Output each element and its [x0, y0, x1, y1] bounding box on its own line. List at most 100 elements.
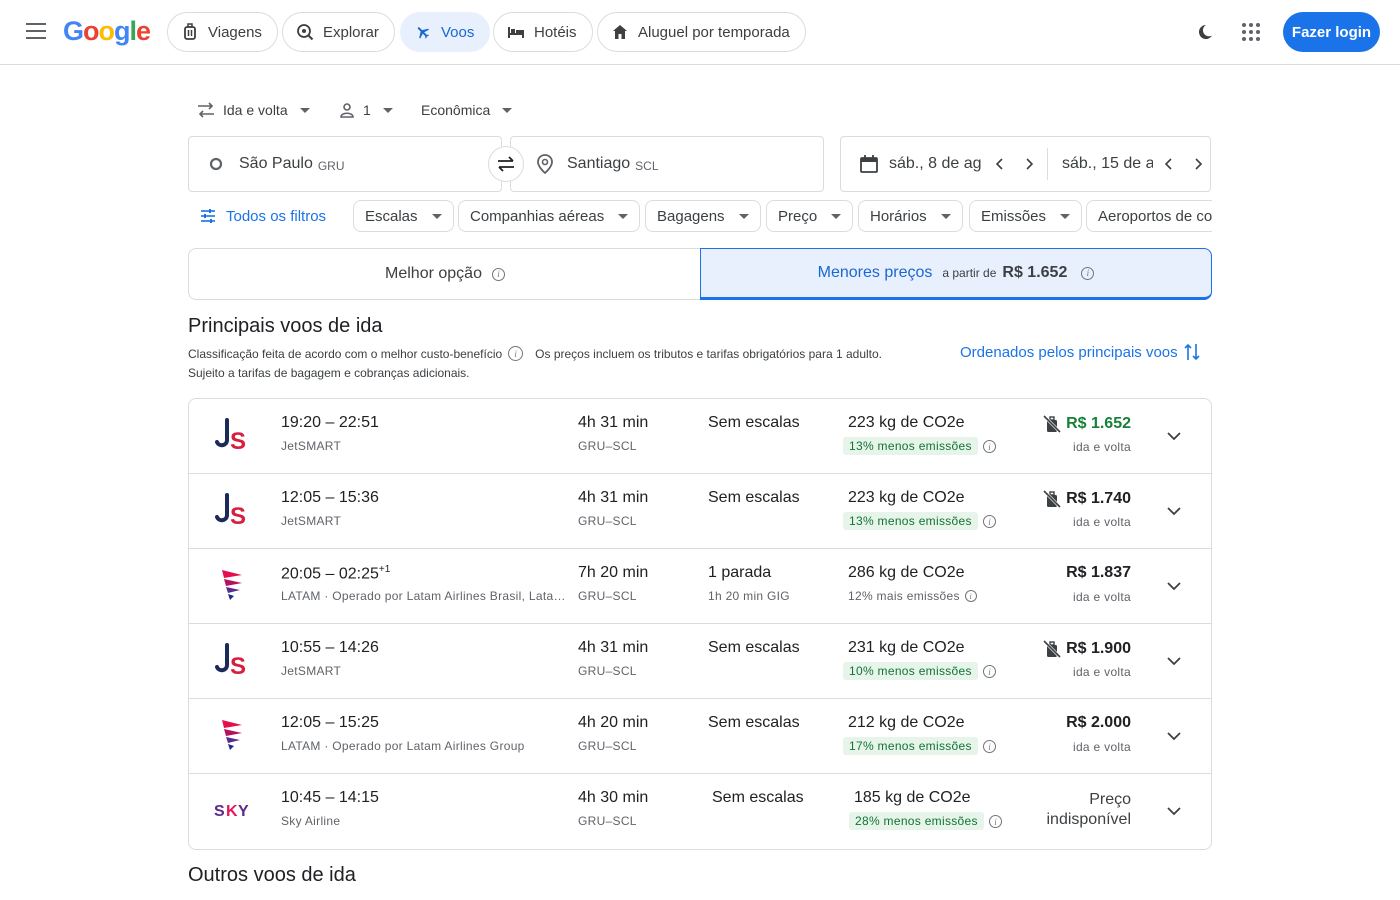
price-type: ida e volta	[1072, 440, 1131, 454]
sort-button[interactable]: Ordenados pelos principais voos	[960, 342, 1200, 362]
airline-logo-latam	[213, 565, 253, 605]
price-value: R$ 1.740	[1066, 490, 1131, 507]
main-menu-button[interactable]	[22, 18, 50, 46]
all-filters-button[interactable]: Todos os filtros	[200, 204, 326, 228]
departure-prev-button[interactable]	[988, 152, 1012, 176]
return-date-field[interactable]: sáb., 15 de a	[1062, 155, 1153, 173]
info-icon[interactable]: i	[983, 440, 996, 453]
nav-hoteis[interactable]: Hotéis	[493, 12, 593, 52]
return-date-value: sáb., 15 de a	[1061, 155, 1154, 172]
expand-flight-button[interactable]	[1161, 423, 1187, 449]
expand-flight-button[interactable]	[1161, 573, 1187, 599]
cabin-value: Econômica	[421, 102, 491, 118]
chevron-right-icon	[1195, 158, 1203, 170]
luggage-icon	[181, 23, 199, 41]
flight-route: GRU–SCL	[578, 439, 637, 453]
return-next-button[interactable]	[1186, 152, 1210, 176]
flight-row[interactable]: S K Y 10:45 – 14:15 Sky Airline 4h 30 min GRU–…	[189, 774, 1211, 849]
ranking-note: Classificação feita de acordo com o melh…	[188, 346, 503, 361]
nav-voos[interactable]: Voos	[400, 12, 491, 52]
nav-viagens[interactable]: Viagens	[167, 12, 278, 52]
trip-type-select[interactable]: Ida e volta	[197, 98, 310, 122]
info-icon[interactable]: i	[508, 346, 524, 361]
emissions-text: 13% menos emissões	[849, 439, 972, 453]
filter-label: Horários	[870, 207, 927, 225]
login-button[interactable]: Fazer login	[1283, 12, 1380, 52]
expand-flight-button[interactable]	[1161, 498, 1187, 524]
filter-aeroportos[interactable]: Aeroportos de co	[1086, 200, 1212, 232]
times-value: 10:45 – 14:15	[281, 789, 379, 806]
flight-stops: 1 parada	[708, 564, 772, 581]
info-icon[interactable]: i	[983, 515, 996, 528]
flight-row[interactable]: S 12:05 – 15:36 JetSMART 4h 31 min GRU–SCL Se…	[189, 474, 1211, 549]
tab-lowest-price[interactable]: Menores preços a partir de R$ 1.652 i	[700, 248, 1212, 300]
flight-price: R$ 1.837	[1066, 564, 1131, 582]
google-logo[interactable]: Google	[63, 16, 151, 47]
menu-icon-line	[26, 30, 46, 32]
destination-input[interactable]: Santiago SCL	[510, 136, 824, 192]
co2-value: 286 kg de CO2e	[848, 564, 965, 581]
filter-bagagens[interactable]: Bagagens	[645, 200, 761, 232]
flight-row[interactable]: S 19:20 – 22:51 JetSMART 4h 31 min GRU–SCL Se…	[189, 399, 1211, 474]
house-icon	[611, 23, 629, 41]
flight-stops: Sem escalas	[712, 789, 804, 806]
airline-name: Sky Airline	[281, 814, 341, 828]
flight-row[interactable]: S 10:55 – 14:26 JetSMART 4h 31 min GRU–SCL Se…	[189, 624, 1211, 699]
filter-label: Escalas	[365, 207, 418, 225]
top-bar: Google Viagens Explorar Voos Hotéis Alug…	[0, 0, 1400, 65]
filter-companhias[interactable]: Companhias aéreas	[458, 200, 641, 232]
airline-name: JetSMART	[281, 664, 342, 678]
expand-flight-button[interactable]	[1161, 648, 1187, 674]
departure-date-field[interactable]: sáb., 8 de ag	[889, 155, 982, 173]
filter-emissoes[interactable]: Emissões	[969, 200, 1083, 232]
filter-preco[interactable]: Preço	[766, 200, 854, 232]
airline-logo-jetsmart: S	[213, 415, 253, 455]
expand-flight-button[interactable]	[1161, 798, 1187, 824]
no-carry-on-icon	[1043, 414, 1062, 434]
flight-duration: 4h 31 min	[578, 489, 649, 506]
google-apps-button[interactable]	[1239, 20, 1263, 44]
chevron-down-icon	[1167, 506, 1181, 515]
svg-text:S: S	[230, 653, 246, 677]
emissions-badge: 13% menos emissões	[843, 512, 978, 530]
tab-best-option[interactable]: Melhor opção i	[188, 248, 701, 300]
dark-mode-button[interactable]	[1193, 20, 1217, 44]
info-icon[interactable]: i	[1081, 266, 1095, 280]
filter-escalas[interactable]: Escalas	[353, 200, 454, 232]
expand-flight-button[interactable]	[1161, 723, 1187, 749]
origin-circle-icon	[209, 157, 223, 171]
flight-row[interactable]: 20:05 – 02:25+1 LATAM · Operado por Latam…	[189, 549, 1211, 624]
nav-explorar[interactable]: Explorar	[282, 12, 395, 52]
passengers-select[interactable]: 1	[339, 98, 393, 122]
co2-value: 223 kg de CO2e	[848, 414, 965, 431]
svg-text:Y: Y	[238, 803, 249, 820]
info-icon[interactable]: i	[989, 815, 1002, 828]
co2-value: 212 kg de CO2e	[848, 714, 965, 731]
caret-down-icon	[299, 107, 310, 113]
baggage-note: Sujeito a tarifas de bagagem e cobranças…	[188, 366, 470, 380]
swap-locations-button[interactable]	[488, 146, 524, 182]
cabin-select[interactable]: Econômica	[421, 98, 513, 122]
info-icon[interactable]: i	[491, 267, 505, 281]
airline-logo-latam	[213, 715, 253, 755]
flight-stops: Sem escalas	[708, 489, 800, 506]
info-icon[interactable]: i	[983, 740, 996, 753]
origin-input[interactable]: São Paulo GRU	[188, 136, 502, 192]
return-prev-button[interactable]	[1157, 152, 1181, 176]
nav-aluguel[interactable]: Aluguel por temporada	[597, 12, 806, 52]
logo-letter: g	[114, 16, 130, 46]
chevron-down-icon	[1167, 431, 1181, 440]
flight-row[interactable]: 12:05 – 15:25 LATAM · Operado por Latam A…	[189, 699, 1211, 774]
menu-icon-line	[26, 23, 46, 25]
filter-horarios[interactable]: Horários	[858, 200, 963, 232]
caret-down-icon	[431, 213, 442, 219]
info-icon[interactable]: i	[983, 665, 996, 678]
airline-name: JetSMART	[281, 514, 342, 528]
swap-icon	[498, 156, 514, 172]
destination-value: Santiago	[567, 155, 631, 172]
no-carry-on-icon	[1043, 489, 1062, 509]
info-icon[interactable]: i	[964, 590, 977, 602]
filter-label: Preço	[778, 207, 818, 225]
departure-next-button[interactable]	[1017, 152, 1041, 176]
flight-price: R$ 1.740	[1042, 489, 1131, 509]
